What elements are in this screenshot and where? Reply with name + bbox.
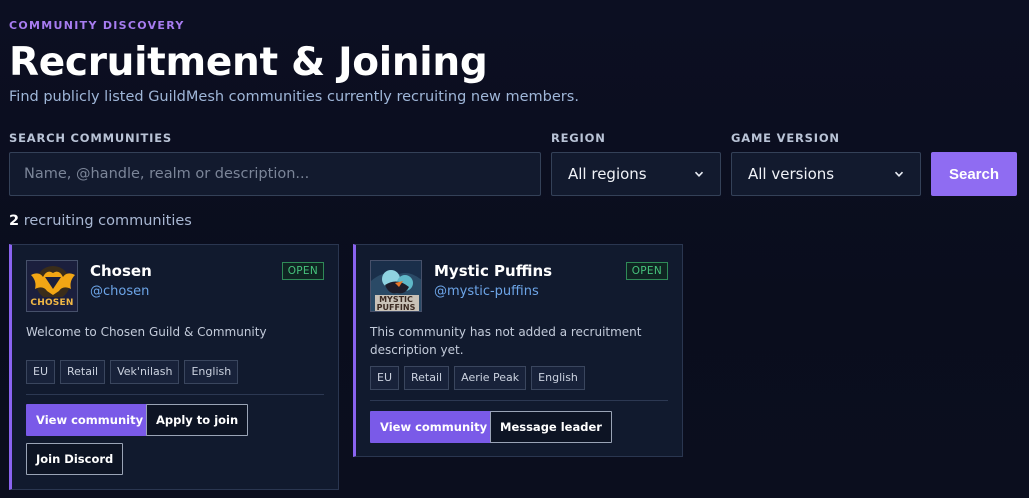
community-description: Welcome to Chosen Guild & Community [26,325,267,339]
community-card-mystic-puffins: MYSTIC PUFFINS Mystic Puffins @mystic-pu… [353,244,683,457]
community-name[interactable]: Mystic Puffins [434,262,552,280]
chevron-down-icon [694,171,704,177]
page-eyebrow: COMMUNITY DISCOVERY [9,19,185,32]
tag-realm: Vek'nilash [110,360,180,384]
tag-region: EU [370,366,400,390]
region-label: REGION [551,131,606,145]
community-card-chosen: CHOSEN Chosen @chosen OPEN Welcome to Ch… [9,244,339,490]
tag-language: English [184,360,239,384]
avatar-text: MYSTIC PUFFINS [376,295,416,312]
search-button[interactable]: Search [931,152,1017,196]
view-community-button[interactable]: View community [26,404,154,436]
tag-version: Retail [404,366,450,390]
tag-realm: Aerie Peak [454,366,527,390]
message-leader-button[interactable]: Message leader [490,411,612,443]
community-description: This community has not added a recruitme… [370,325,642,357]
status-badge: OPEN [625,262,668,280]
version-select[interactable]: All versions [731,152,921,196]
results-count-number: 2 [9,213,20,229]
community-handle[interactable]: @chosen [90,284,149,299]
region-select[interactable]: All regions [551,152,721,196]
results-count: 2 recruiting communities [9,213,192,229]
community-avatar: CHOSEN [26,260,78,312]
page-title: Recruitment & Joining [9,40,488,85]
version-select-value: All versions [748,165,835,183]
page-subtitle: Find publicly listed GuildMesh communiti… [9,89,579,105]
version-label: GAME VERSION [731,131,840,145]
chevron-down-icon [894,171,904,177]
results-count-text: recruiting communities [19,213,192,229]
community-handle[interactable]: @mystic-puffins [434,284,539,299]
community-tags: EU Retail Vek'nilash English [26,360,239,384]
community-avatar: MYSTIC PUFFINS [370,260,422,312]
avatar-text: CHOSEN [30,298,74,308]
apply-to-join-button[interactable]: Apply to join [146,404,249,436]
status-badge: OPEN [281,262,324,280]
card-header: CHOSEN Chosen @chosen OPEN [26,260,324,316]
card-divider [370,400,668,401]
community-tags: EU Retail Aerie Peak English [370,366,585,390]
view-community-button[interactable]: View community [370,411,498,443]
search-label: SEARCH COMMUNITIES [9,131,172,145]
card-divider [26,394,324,395]
search-input[interactable] [9,152,541,196]
card-header: MYSTIC PUFFINS Mystic Puffins @mystic-pu… [370,260,668,316]
region-select-value: All regions [568,165,647,183]
tag-version: Retail [60,360,106,384]
tag-language: English [531,366,585,390]
join-discord-button[interactable]: Join Discord [26,443,124,475]
community-name[interactable]: Chosen [90,262,152,280]
tag-region: EU [26,360,56,384]
